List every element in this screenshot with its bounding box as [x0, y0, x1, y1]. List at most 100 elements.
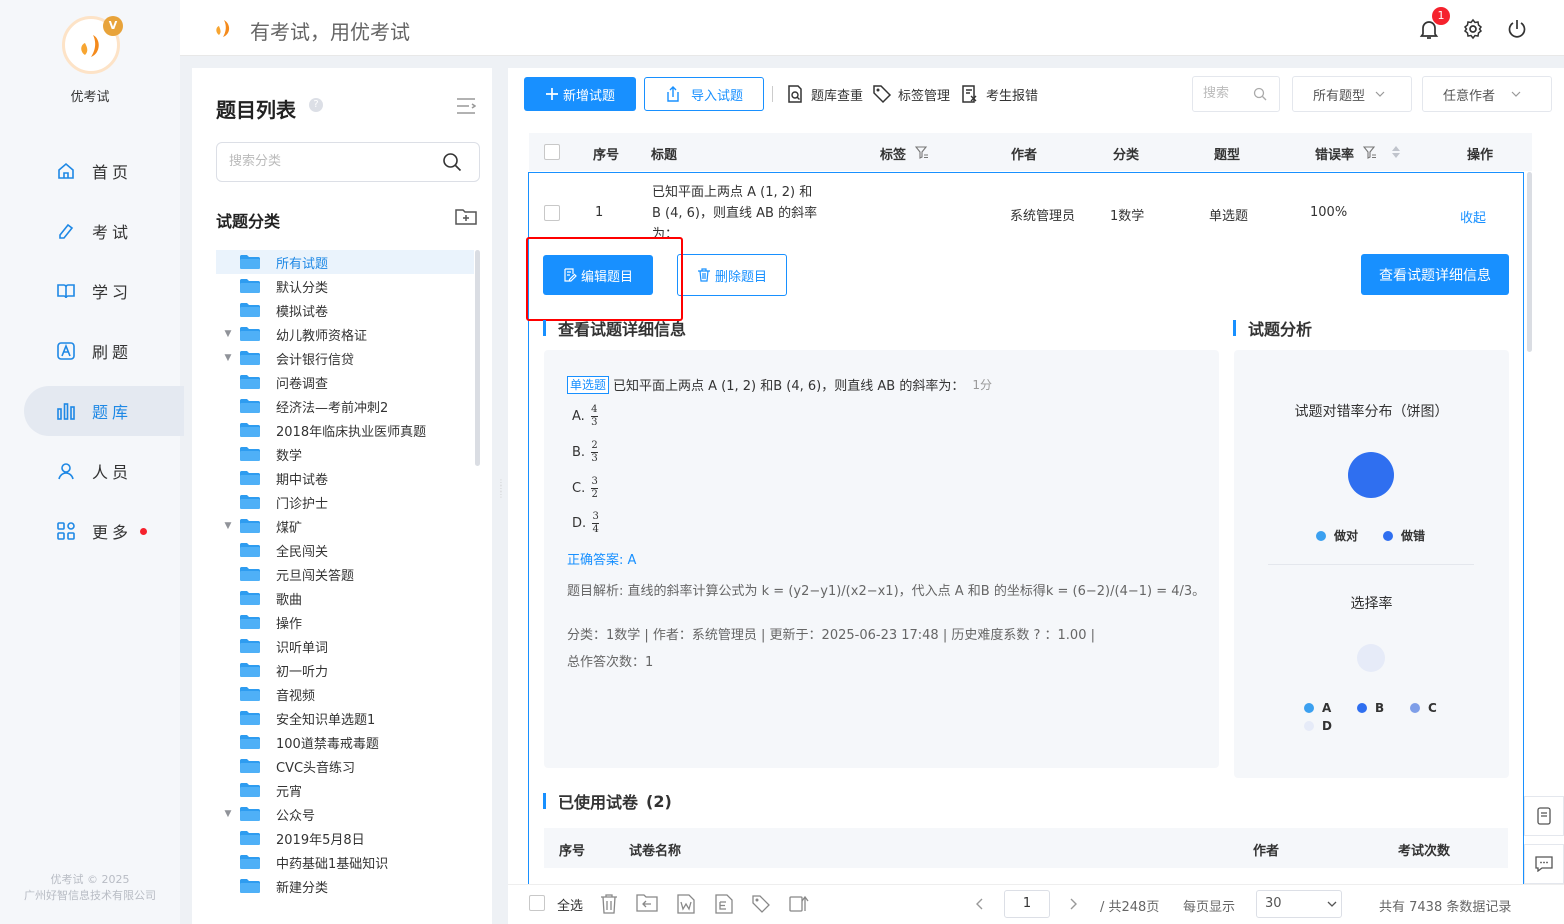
tree-item[interactable]: 默认分类	[216, 274, 474, 298]
tree-item[interactable]: 2019年5月8日	[216, 826, 474, 850]
legend-option-a[interactable]: A	[1304, 701, 1331, 715]
legend-option-d[interactable]: D	[1304, 719, 1332, 733]
footer-select-all-checkbox[interactable]	[529, 895, 545, 911]
tree-scrollbar[interactable]	[475, 250, 480, 466]
expand-arrow-icon[interactable]: ▼	[216, 521, 240, 531]
row-title[interactable]: 已知平面上两点 A (1, 2) 和 B (4, 6)，则直线 AB 的斜率 为…	[652, 182, 852, 245]
tree-item[interactable]: 期中试卷	[216, 466, 474, 490]
author-value: 任意作者	[1443, 88, 1496, 104]
nav-item-more[interactable]: 更多	[24, 506, 184, 556]
folder-icon	[240, 879, 260, 893]
toolbar-divider	[772, 86, 773, 102]
tree-item[interactable]: 所有试题	[216, 250, 474, 274]
question-type-select[interactable]: 所有题型	[1292, 76, 1412, 112]
tree-item[interactable]: 安全知识单选题1	[216, 706, 474, 730]
tree-item[interactable]: 2018年临床执业医师真题	[216, 418, 474, 442]
tree-item[interactable]: 元旦闯关答题	[216, 562, 474, 586]
tag-batch-icon[interactable]	[750, 893, 772, 915]
help-icon[interactable]: ?	[309, 98, 323, 112]
prev-page-icon[interactable]	[975, 898, 985, 910]
row-title-line: 已知平面上两点 A (1, 2) 和	[652, 185, 813, 200]
tree-item[interactable]: 新建分类	[216, 874, 474, 898]
nav-item-people[interactable]: 人员	[24, 446, 184, 496]
legend-correct[interactable]: 做对	[1316, 527, 1358, 544]
panel-resize-handle[interactable]: ⋮ ⋮ ⋮	[497, 479, 505, 510]
change-type-icon[interactable]	[788, 893, 810, 915]
gear-icon[interactable]	[1462, 18, 1484, 40]
select-all-checkbox[interactable]	[544, 144, 560, 160]
tree-item[interactable]: 元宵	[216, 778, 474, 802]
error-report-tool[interactable]: 考生报错	[960, 84, 1038, 104]
legend-label: C	[1428, 701, 1437, 715]
tree-item[interactable]: ▼ 会计银行信贷	[216, 346, 474, 370]
view-detail-button[interactable]: 查看试题详细信息	[1361, 254, 1509, 295]
selection-rate-chart[interactable]	[1357, 644, 1385, 672]
legend-swatch	[1304, 703, 1314, 713]
tree-item[interactable]: ▼ 幼儿教师资格证	[216, 322, 474, 346]
correctness-pie-chart[interactable]	[1348, 452, 1394, 498]
search-icon[interactable]	[442, 152, 462, 172]
add-question-button[interactable]: 新增试题	[524, 77, 636, 111]
filter-icon[interactable]	[915, 146, 929, 159]
collapse-link[interactable]: 收起	[1460, 207, 1486, 226]
nav-item-question-bank[interactable]: 题库	[24, 386, 184, 436]
tag-management-tool[interactable]: 标签管理	[872, 84, 950, 104]
delete-question-button[interactable]: 删除题目	[677, 254, 787, 296]
move-folder-icon[interactable]	[636, 893, 658, 913]
float-chat-button[interactable]	[1524, 844, 1564, 884]
nav-item-exam[interactable]: 考试	[24, 206, 184, 256]
power-icon[interactable]	[1506, 18, 1528, 40]
main-scrollbar[interactable]	[1527, 172, 1532, 352]
tree-item[interactable]: 音视频	[216, 682, 474, 706]
tree-item[interactable]: 中药基础1基础知识	[216, 850, 474, 874]
expand-arrow-icon[interactable]: ▼	[216, 353, 240, 363]
import-questions-button[interactable]: 导入试题	[644, 77, 764, 111]
tree-item[interactable]: ▼ 公众号	[216, 802, 474, 826]
page-number-input[interactable]: 1	[1004, 890, 1050, 918]
tree-item[interactable]: 模拟试卷	[216, 298, 474, 322]
tree-item[interactable]: 数学	[216, 442, 474, 466]
float-notes-button[interactable]	[1524, 796, 1564, 836]
add-folder-icon[interactable]	[455, 207, 477, 225]
sort-icon[interactable]	[1391, 145, 1401, 159]
import-icon	[667, 86, 679, 102]
tree-item[interactable]: ▼ 煤矿	[216, 514, 474, 538]
folder-icon	[240, 279, 260, 293]
question-meta: 分类：1数学 | 作者：系统管理员 | 更新于：2025-06-23 17:48…	[567, 628, 1095, 643]
tree-item[interactable]: 歌曲	[216, 586, 474, 610]
tree-item[interactable]: 100道禁毒戒毒题	[216, 730, 474, 754]
next-page-icon[interactable]	[1068, 898, 1078, 910]
tree-item[interactable]: 操作	[216, 610, 474, 634]
legend-option-b[interactable]: B	[1357, 701, 1384, 715]
tree-item-label: 新建分类	[276, 880, 329, 896]
row-checkbox[interactable]	[544, 205, 560, 221]
trash-icon[interactable]	[599, 893, 619, 915]
author-select[interactable]: 任意作者	[1422, 76, 1552, 112]
search-icon[interactable]	[1253, 87, 1267, 101]
tree-item[interactable]: 问卷调查	[216, 370, 474, 394]
export-word-icon[interactable]	[675, 893, 697, 915]
page-size-select[interactable]: 30	[1256, 890, 1342, 918]
nav-item-study[interactable]: 学习	[24, 266, 184, 316]
tree-item[interactable]: 初一听力	[216, 658, 474, 682]
tree-item[interactable]: CVC头音练习	[216, 754, 474, 778]
export-excel-icon[interactable]	[713, 893, 735, 915]
tree-item[interactable]: 识听单词	[216, 634, 474, 658]
tree-item[interactable]: 全民闯关	[216, 538, 474, 562]
collapse-menu-icon[interactable]	[456, 97, 476, 115]
filter-icon[interactable]	[1363, 146, 1377, 159]
nav-item-home[interactable]: 首页	[24, 146, 184, 196]
tree-item[interactable]: 门诊护士	[216, 490, 474, 514]
folder-icon	[240, 423, 260, 437]
legend-wrong[interactable]: 做错	[1383, 527, 1425, 544]
tree-item-label: 所有试题	[276, 256, 329, 272]
category-search-input[interactable]: 搜索分类	[216, 142, 480, 182]
legend-option-c[interactable]: C	[1410, 701, 1437, 715]
nav-label: 首页	[92, 163, 133, 182]
expand-arrow-icon[interactable]: ▼	[216, 809, 240, 819]
expand-arrow-icon[interactable]: ▼	[216, 329, 240, 339]
folder-icon	[240, 447, 260, 461]
tree-item[interactable]: 经济法—考前冲刺2	[216, 394, 474, 418]
nav-item-practice[interactable]: 刷题	[24, 326, 184, 376]
dedupe-tool[interactable]: 题库查重	[785, 84, 863, 104]
